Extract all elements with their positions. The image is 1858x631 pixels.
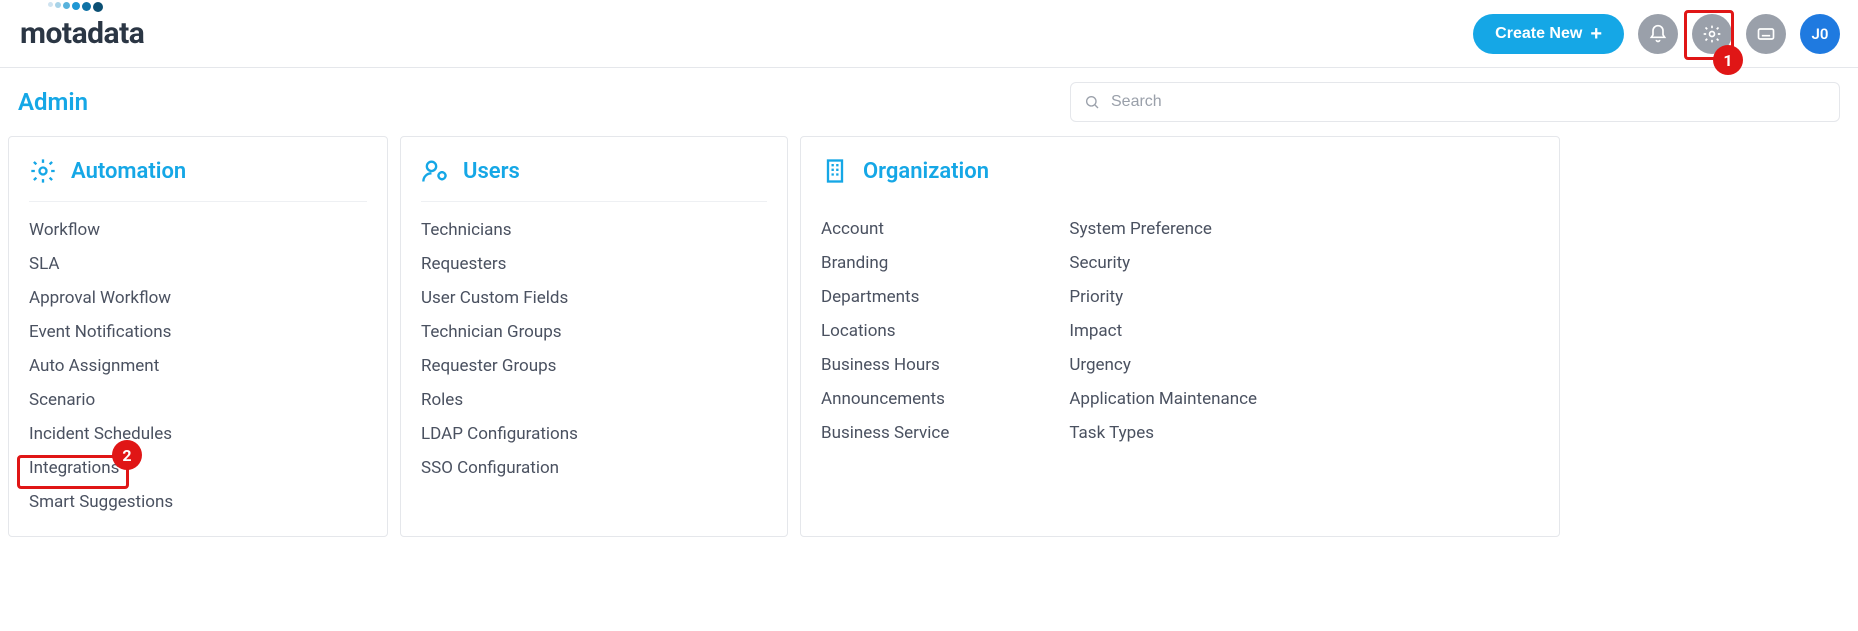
organization-col1: Account Branding Departments Locations B… [821,219,949,443]
app-logo: motadata [18,16,144,51]
search-icon [1084,94,1100,110]
create-new-label: Create New [1495,25,1582,43]
card-header: Users [421,157,767,202]
link-business-service[interactable]: Business Service [821,423,949,443]
link-system-preference[interactable]: System Preference [1069,219,1257,239]
admin-cards: Automation Workflow SLA Approval Workflo… [0,136,1858,549]
link-departments[interactable]: Departments [821,287,949,307]
keyboard-shortcuts-button[interactable] [1746,14,1786,54]
avatar-initials: J0 [1812,25,1829,43]
link-auto-assignment[interactable]: Auto Assignment [29,356,367,376]
bell-icon [1648,24,1668,44]
logo-text: motadata [20,16,144,51]
link-requester-groups[interactable]: Requester Groups [421,356,767,376]
link-locations[interactable]: Locations [821,321,949,341]
card-title: Users [463,159,520,184]
card-users: Users Technicians Requesters User Custom… [400,136,788,537]
organization-columns: Account Branding Departments Locations B… [821,219,1539,443]
automation-links: Workflow SLA Approval Workflow Event Not… [29,220,367,512]
link-task-types[interactable]: Task Types [1069,423,1257,443]
link-sso-configuration[interactable]: SSO Configuration [421,458,767,478]
link-incident-schedules[interactable]: Incident Schedules [29,424,367,444]
search-input[interactable] [1070,82,1840,122]
user-avatar[interactable]: J0 [1800,14,1840,54]
link-roles[interactable]: Roles [421,390,767,410]
link-announcements[interactable]: Announcements [821,389,949,409]
users-links: Technicians Requesters User Custom Field… [421,220,767,478]
card-automation: Automation Workflow SLA Approval Workflo… [8,136,388,537]
link-urgency[interactable]: Urgency [1069,355,1257,375]
link-approval-workflow[interactable]: Approval Workflow [29,288,367,308]
organization-icon [821,157,849,185]
card-title: Organization [863,159,989,184]
header-actions: Create New + J0 [1473,14,1840,54]
link-smart-suggestions[interactable]: Smart Suggestions [29,492,367,512]
link-ldap-configurations[interactable]: LDAP Configurations [421,424,767,444]
card-organization: Organization Account Branding Department… [800,136,1560,537]
logo-wordmark: motadata [20,16,144,51]
link-technician-groups[interactable]: Technician Groups [421,322,767,342]
link-scenario[interactable]: Scenario [29,390,367,410]
link-priority[interactable]: Priority [1069,287,1257,307]
link-integrations[interactable]: Integrations [29,458,367,478]
link-technicians[interactable]: Technicians [421,220,767,240]
keyboard-icon [1756,24,1776,44]
link-impact[interactable]: Impact [1069,321,1257,341]
app-header: motadata Create New + J0 1 [0,0,1858,68]
create-new-button[interactable]: Create New + [1473,14,1624,54]
settings-button[interactable] [1692,14,1732,54]
organization-col2: System Preference Security Priority Impa… [1069,219,1257,443]
titlebar: Admin [0,68,1858,136]
link-business-hours[interactable]: Business Hours [821,355,949,375]
link-application-maintenance[interactable]: Application Maintenance [1069,389,1257,409]
link-security[interactable]: Security [1069,253,1257,273]
card-title: Automation [71,159,186,184]
card-header: Automation [29,157,367,202]
page-title: Admin [18,88,88,116]
users-icon [421,157,449,185]
link-requesters[interactable]: Requesters [421,254,767,274]
link-workflow[interactable]: Workflow [29,220,367,240]
automation-icon [29,157,57,185]
notifications-button[interactable] [1638,14,1678,54]
link-account[interactable]: Account [821,219,949,239]
link-user-custom-fields[interactable]: User Custom Fields [421,288,767,308]
link-event-notifications[interactable]: Event Notifications [29,322,367,342]
card-header: Organization [821,157,1539,201]
link-branding[interactable]: Branding [821,253,949,273]
search-wrap [1070,82,1840,122]
plus-icon: + [1590,24,1602,44]
link-sla[interactable]: SLA [29,254,367,274]
logo-dots-icon [48,2,103,12]
gear-icon [1702,24,1722,44]
